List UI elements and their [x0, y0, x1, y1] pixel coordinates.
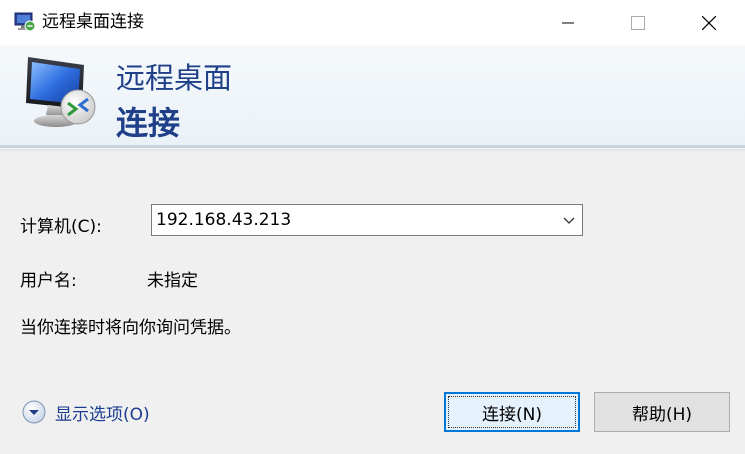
banner-divider-light	[0, 149, 745, 151]
rdp-window: 远程桌面连接 远程桌面 连接 计算机(C): 192.168.43.213 用户…	[0, 0, 745, 454]
window-title: 远程桌面连接	[42, 12, 144, 32]
show-options-toggle[interactable]: 显示选项(O)	[22, 398, 150, 426]
username-value: 未指定	[147, 271, 198, 291]
remote-desktop-icon	[14, 12, 36, 32]
banner-title-line1: 远程桌面	[116, 61, 233, 95]
computer-input[interactable]	[156, 208, 546, 232]
close-button[interactable]	[681, 0, 737, 45]
banner-divider	[0, 145, 745, 148]
header-banner	[0, 45, 745, 147]
banner-title-line2: 连接	[116, 104, 181, 142]
minimize-icon	[562, 22, 574, 23]
connect-button[interactable]: 连接(N)	[444, 392, 580, 432]
chevron-down-icon[interactable]	[562, 213, 576, 227]
computer-label: 计算机(C):	[20, 217, 102, 237]
computer-combobox[interactable]	[151, 204, 583, 236]
credentials-info-text: 当你连接时将向你询问凭据。	[20, 318, 241, 338]
minimize-button[interactable]	[540, 0, 596, 45]
show-options-label: 显示选项(O)	[55, 404, 150, 425]
expand-circle-icon	[22, 400, 46, 424]
title-bar: 远程桌面连接	[0, 0, 745, 45]
maximize-button[interactable]	[610, 0, 666, 45]
help-button[interactable]: 帮助(H)	[594, 392, 730, 432]
monitor-icon	[26, 57, 96, 127]
close-icon	[702, 15, 716, 30]
username-label: 用户名:	[20, 271, 77, 291]
maximize-icon	[631, 15, 645, 30]
